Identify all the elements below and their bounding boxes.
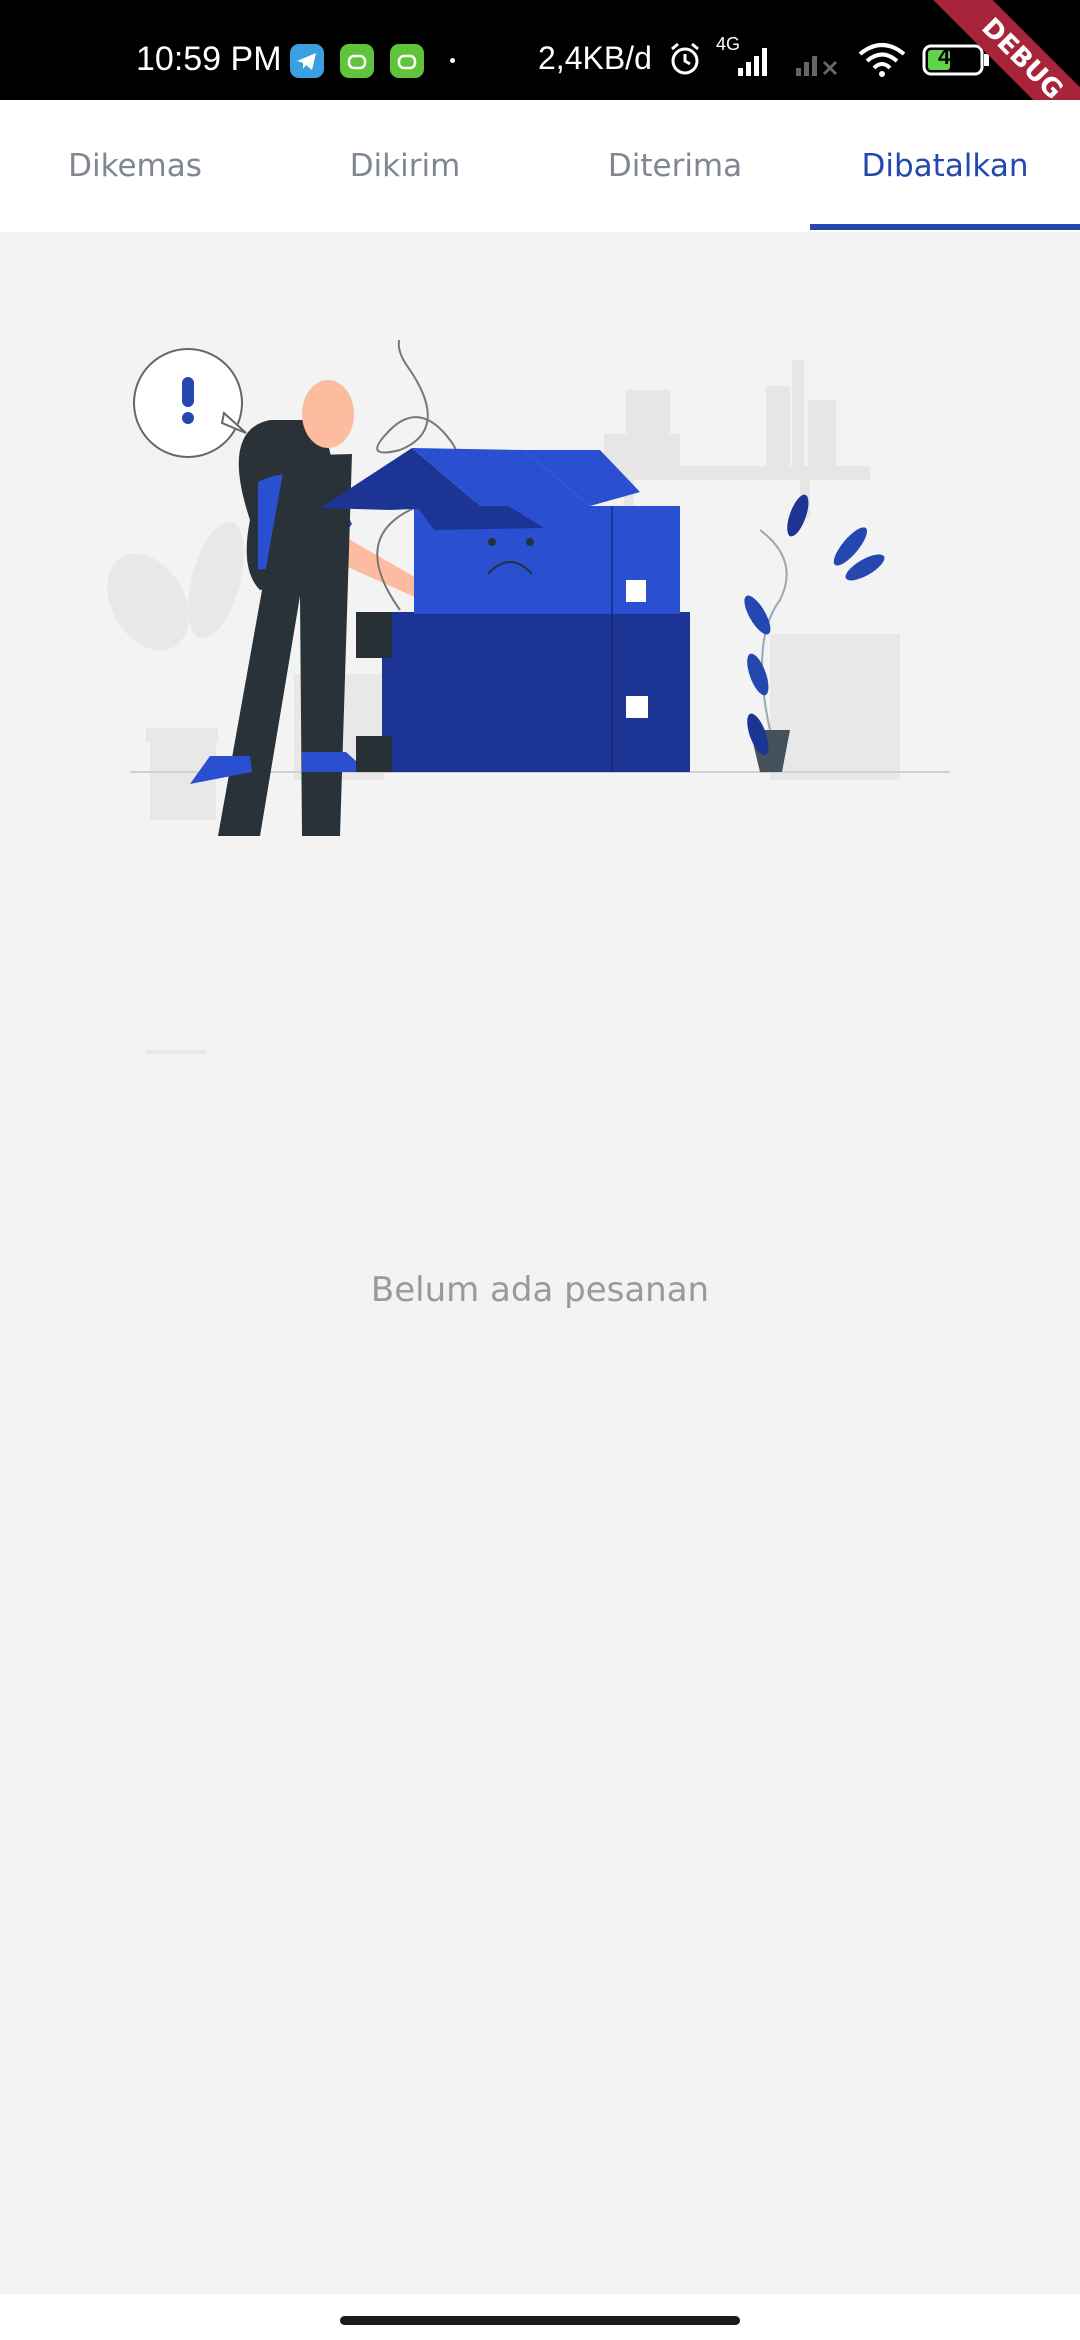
exclamation-bubble-icon <box>133 348 247 458</box>
order-status-tabs: Dikemas Dikirim Diterima Dibatalkan <box>0 100 1080 232</box>
home-indicator[interactable] <box>340 2316 740 2325</box>
android-app-icon <box>390 44 424 78</box>
tab-diterima[interactable]: Diterima <box>540 100 810 232</box>
empty-orders-illustration <box>90 319 990 1180</box>
notification-dot <box>450 58 455 63</box>
status-time: 10:59 PM <box>136 40 282 78</box>
signal-icon <box>716 40 782 84</box>
alarm-icon <box>666 40 704 82</box>
status-bar: 10:59 PM 2,4KB/d 4G 41 DEBUG <box>0 0 1080 159</box>
tab-dikirim[interactable]: Dikirim <box>270 100 540 232</box>
tab-dikemas[interactable]: Dikemas <box>0 100 270 232</box>
battery-level: 41 <box>938 44 963 69</box>
signal-icon <box>794 40 844 84</box>
telegram-icon <box>290 44 324 78</box>
empty-state-message: Belum ada pesanan <box>370 1270 710 1310</box>
navigation-bar <box>0 2294 1080 2340</box>
android-app-icon <box>340 44 374 78</box>
active-tab-indicator <box>810 224 1080 230</box>
network-speed: 2,4KB/d <box>538 40 652 76</box>
wifi-icon <box>856 40 908 84</box>
tab-dibatalkan[interactable]: Dibatalkan <box>810 100 1080 232</box>
